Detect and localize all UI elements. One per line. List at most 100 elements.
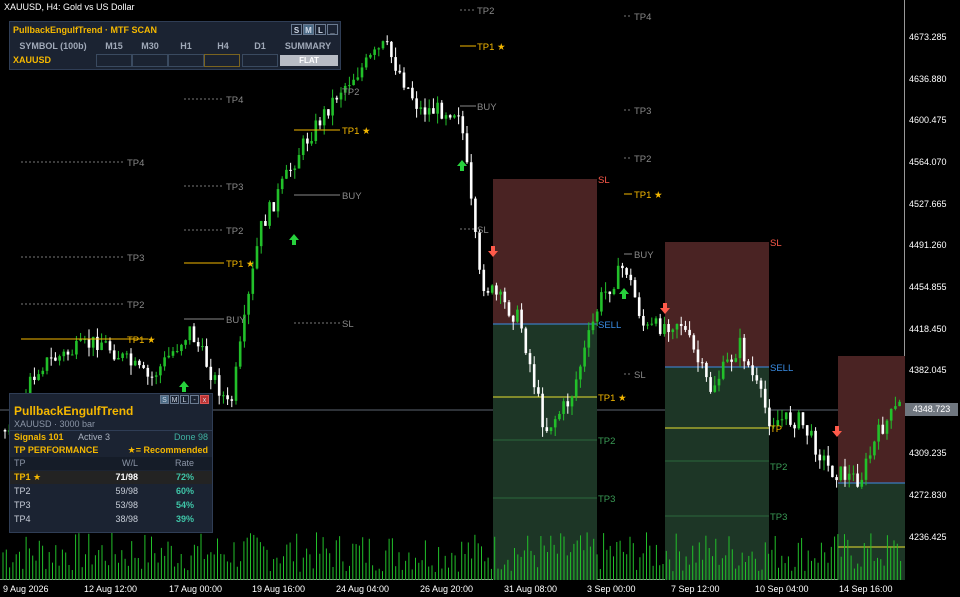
candle-body [419, 107, 423, 109]
candle-body [873, 441, 876, 456]
stats-size-large-button[interactable]: L [180, 395, 189, 404]
candle-body [780, 419, 784, 421]
candle-body [541, 393, 544, 428]
candle-body [587, 330, 591, 348]
rate-value: 39% [175, 514, 194, 524]
buy-arrow-icon [619, 288, 629, 299]
stats-size-medium-button[interactable]: M [170, 395, 179, 404]
candle-body [112, 350, 116, 360]
scanner-title: PullbackEngulfTrend · MTF SCAN [13, 25, 158, 35]
candle-body [558, 413, 561, 420]
time-axis[interactable]: 9 Aug 2026 12 Aug 12:00 17 Aug 00:00 19 … [0, 580, 905, 597]
candle-body [831, 465, 834, 478]
time-label: 12 Aug 12:00 [84, 584, 138, 594]
candle-body [684, 326, 687, 330]
mtf-scanner-panel[interactable]: PullbackEngulfTrend · MTF SCAN S M L _ S… [9, 21, 341, 70]
candle-body [486, 291, 490, 293]
price-label: 4600.475 [909, 115, 947, 125]
recommended-note: ★= Recommended [127, 445, 208, 455]
scanner-header-row: SYMBOL (100b) M15 M30 H1 H4 D1 SUMMARY [10, 39, 340, 53]
chart-level-label: TP2 [770, 462, 787, 473]
price-label: 4236.425 [909, 532, 947, 542]
candle-body [264, 221, 267, 226]
candle-body [226, 395, 229, 400]
candle-body [469, 162, 473, 199]
stats-minimize-button[interactable]: - [190, 395, 199, 404]
candle-body [377, 48, 381, 50]
candle-body [150, 376, 154, 378]
candle-body [356, 77, 360, 80]
candle-body [41, 370, 45, 375]
candle-body [860, 479, 864, 487]
chart-level-label: BUY [634, 250, 654, 261]
candle-body [537, 387, 540, 394]
price-label: 4491.260 [909, 240, 947, 250]
summary-badge: FLAT [280, 55, 338, 66]
candle-body [192, 326, 196, 343]
size-large-button[interactable]: L [315, 24, 326, 35]
candle-body [642, 315, 645, 326]
cell-d1[interactable] [242, 54, 278, 67]
time-label: 7 Sep 12:00 [671, 584, 720, 594]
candle-body [154, 375, 158, 377]
time-label: 10 Sep 04:00 [755, 584, 809, 594]
scanner-symbol: XAUUSD [13, 55, 52, 65]
candle-body [789, 412, 792, 425]
candle-body [49, 357, 53, 359]
candle-body [171, 351, 175, 356]
candle-body [335, 97, 339, 100]
candle-body [667, 324, 670, 333]
cell-h1[interactable] [168, 54, 204, 67]
candle-body [352, 79, 355, 86]
price-axis[interactable]: 4673.285 4636.880 4600.475 4564.070 4527… [905, 0, 960, 580]
chart-level-label: TP1 ★ [634, 190, 663, 201]
candle-body [637, 297, 641, 316]
candle-body [885, 420, 889, 434]
candle-body [868, 455, 872, 459]
candle-body [532, 364, 536, 388]
scanner-row-xauusd[interactable]: XAUUSD FLAT [10, 54, 340, 68]
candle-body [180, 344, 183, 352]
wl-value: 71/98 [115, 472, 138, 482]
candle-body [516, 309, 519, 322]
candle-body [721, 361, 725, 379]
candle-body [583, 347, 586, 367]
stats-size-small-button[interactable]: S [160, 395, 169, 404]
rate-value: 72% [175, 472, 194, 482]
stats-close-button[interactable]: x [200, 395, 209, 404]
candle-body [742, 337, 746, 362]
candle-body [801, 412, 805, 426]
size-small-button[interactable]: S [291, 24, 302, 35]
candle-body [604, 291, 607, 293]
price-label: 4272.830 [909, 490, 947, 500]
candle-body [142, 365, 145, 368]
tp-zone [493, 324, 597, 580]
stats-title: PullbackEngulfTrend [14, 404, 134, 418]
chart-level-label: TP4 [634, 12, 651, 23]
size-medium-button[interactable]: M [303, 24, 314, 35]
candle-body [385, 41, 389, 43]
candle-body [251, 268, 255, 294]
candle-body [524, 328, 528, 354]
cell-h4[interactable] [204, 54, 240, 67]
candle-body [461, 116, 465, 134]
wl-value: 38/98 [115, 514, 138, 524]
chart-area[interactable]: TP4 TP3 TP2 TP1 ★ TP4 TP3 TP2 TP1 ★ BUY TP2 TP1 ★ B… [0, 0, 905, 580]
candle-body [222, 395, 225, 397]
rate-value: 54% [175, 500, 194, 510]
candle-body [255, 246, 259, 269]
tp-label: TP1 ★ [14, 472, 42, 482]
cell-m30[interactable] [132, 54, 168, 67]
candle-body [28, 376, 32, 393]
minimize-button[interactable]: _ [327, 24, 338, 35]
candle-body [457, 115, 460, 117]
candle-body [360, 67, 364, 78]
candle-body [310, 141, 313, 144]
candle-body [415, 98, 418, 109]
time-label: 19 Aug 16:00 [252, 584, 306, 594]
candle-body [62, 351, 66, 357]
col-h1: H1 [180, 41, 192, 51]
cell-m15[interactable] [96, 54, 132, 67]
stats-panel[interactable]: S M L - x PullbackEngulfTrend XAUUSD · 3… [9, 393, 213, 533]
candle-body [163, 357, 166, 367]
